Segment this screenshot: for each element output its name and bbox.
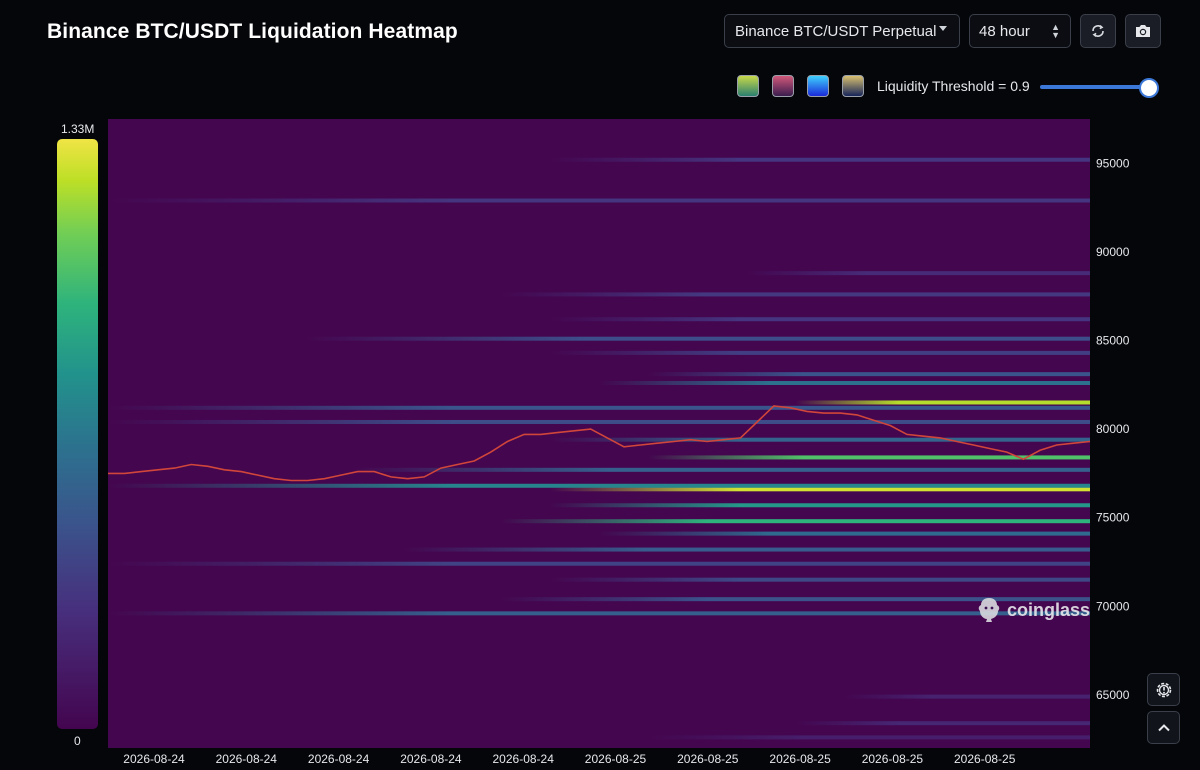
- liquidity-band: [500, 292, 1090, 297]
- liquidity-band: [402, 547, 1091, 552]
- x-tick-label: 2026-08-24: [400, 752, 462, 766]
- x-tick-label: 2026-08-25: [677, 752, 739, 766]
- y-tick-label: 85000: [1096, 333, 1130, 347]
- liquidation-heatmap-chart[interactable]: 95000 90000 85000 80000 75000 70000 65000 2026-…: [0, 0, 1200, 770]
- chevron-up-icon: [1157, 723, 1170, 731]
- liquidity-band: [599, 381, 1090, 386]
- liquidity-band: [304, 336, 1090, 341]
- liquidity-band: [746, 271, 1090, 276]
- x-tick-label: 2026-08-25: [585, 752, 647, 766]
- liquidity-band: [549, 577, 1090, 582]
- x-tick-label: 2026-08-25: [769, 752, 831, 766]
- liquidity-band: [108, 561, 1090, 566]
- y-tick-label: 70000: [1096, 599, 1130, 613]
- liquidity-band: [549, 350, 1090, 355]
- liquidity-band: [353, 467, 1090, 472]
- scroll-top-button[interactable]: [1147, 711, 1180, 744]
- liquidity-band: [108, 611, 1090, 616]
- liquidity-band: [549, 503, 1090, 508]
- chart-settings-button[interactable]: [1147, 673, 1180, 706]
- liquidity-band: [108, 419, 1090, 424]
- settings-icon: [1156, 682, 1171, 697]
- liquidity-band: [500, 519, 1090, 524]
- liquidity-band: [549, 317, 1090, 322]
- liquidity-band: [795, 721, 1090, 726]
- liquidity-band: [108, 405, 1090, 410]
- coinglass-watermark: coinglass: [977, 597, 1090, 623]
- brand-name: coinglass: [1007, 599, 1091, 620]
- liquidity-band: [549, 487, 1090, 492]
- liquidity-band: [844, 694, 1090, 699]
- y-tick-label: 95000: [1096, 156, 1130, 170]
- liquidity-band: [599, 531, 1090, 536]
- y-tick-label: 80000: [1096, 422, 1130, 436]
- y-tick-label: 65000: [1096, 688, 1130, 702]
- liquidity-band: [795, 400, 1090, 405]
- liquidity-band: [549, 437, 1090, 442]
- x-tick-label: 2026-08-25: [954, 752, 1016, 766]
- x-tick-label: 2026-08-24: [216, 752, 278, 766]
- liquidity-band: [648, 735, 1090, 740]
- liquidity-band: [549, 157, 1090, 162]
- x-tick-label: 2026-08-25: [862, 752, 924, 766]
- y-tick-label: 75000: [1096, 511, 1130, 525]
- liquidity-band: [648, 372, 1090, 377]
- x-tick-label: 2026-08-24: [308, 752, 370, 766]
- x-tick-label: 2026-08-24: [493, 752, 555, 766]
- liquidity-band: [108, 198, 1090, 203]
- y-tick-label: 90000: [1096, 245, 1130, 259]
- liquidity-band: [108, 483, 1090, 488]
- x-tick-label: 2026-08-24: [123, 752, 185, 766]
- coinglass-logo-icon: [978, 598, 1000, 622]
